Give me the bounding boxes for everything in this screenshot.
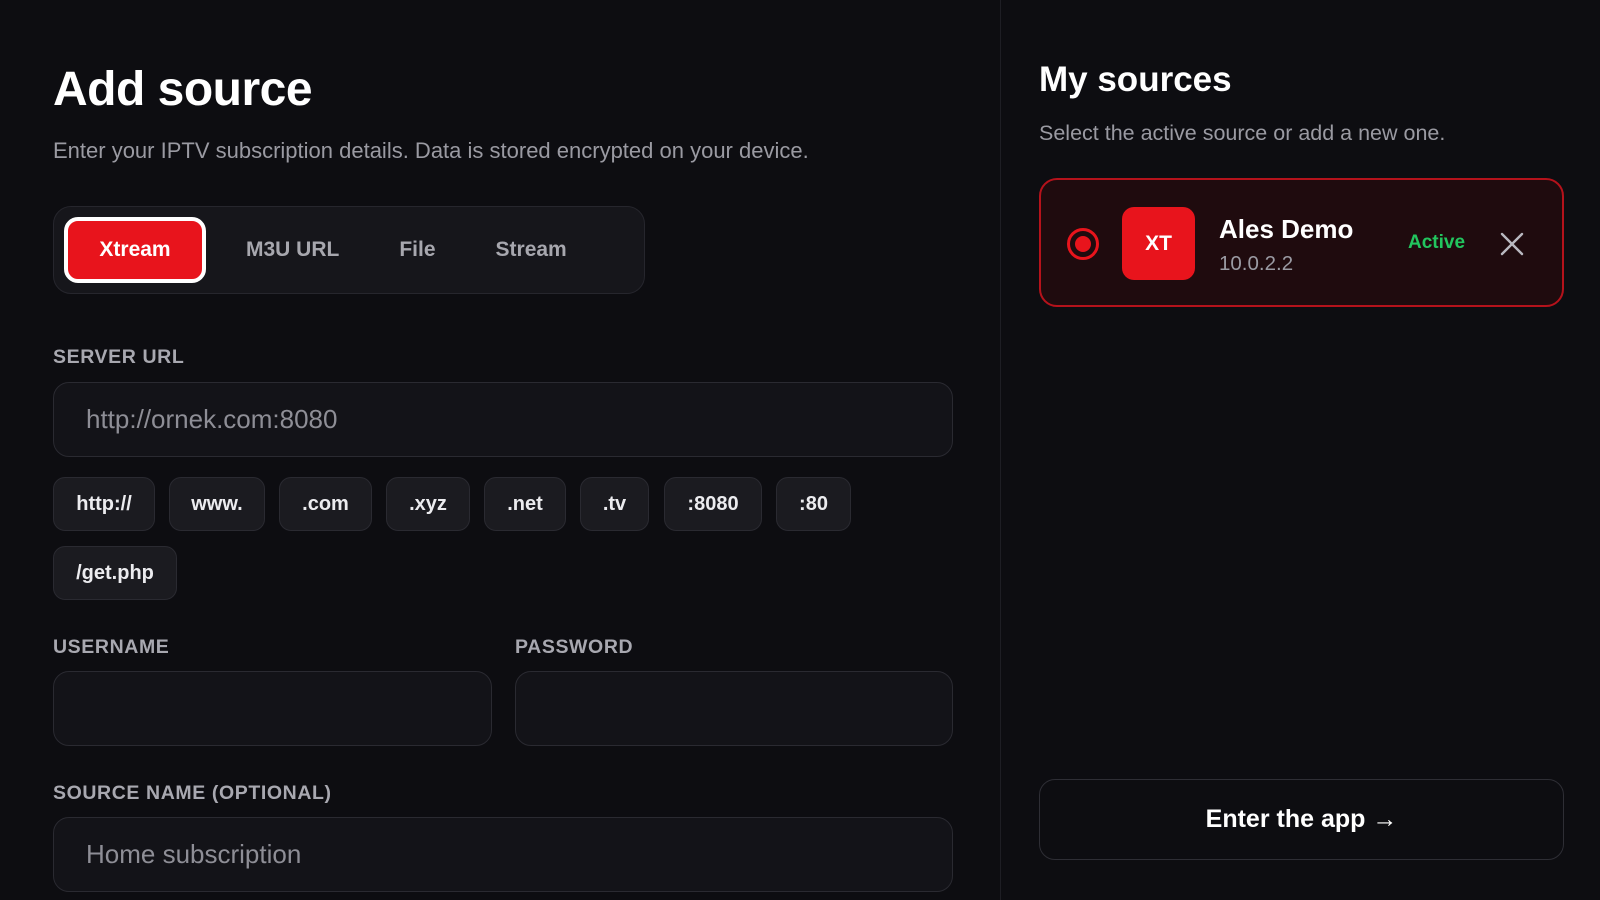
chip-www[interactable]: www. (169, 477, 265, 531)
my-sources-panel: My sources Select the active source or a… (1001, 0, 1600, 900)
app-root: Add source Enter your IPTV subscription … (0, 0, 1600, 900)
enter-app-button[interactable]: Enter the app → (1039, 779, 1564, 860)
my-sources-subtitle: Select the active source or add a new on… (1039, 121, 1446, 145)
source-card[interactable]: XT Ales Demo 10.0.2.2 Active (1039, 178, 1564, 307)
password-input[interactable] (515, 671, 953, 746)
chip-http[interactable]: http:// (53, 477, 155, 531)
close-icon[interactable] (1500, 232, 1524, 256)
chip-80[interactable]: :80 (776, 477, 851, 531)
source-badge: XT (1122, 207, 1195, 280)
source-name: Ales Demo (1219, 214, 1354, 244)
chip-tv[interactable]: .tv (580, 477, 649, 531)
server-url-input[interactable]: http://ornek.com:8080 (53, 382, 953, 457)
tab-xtream[interactable]: Xtream (64, 217, 206, 283)
tab-m3u-url[interactable]: M3U URL (216, 217, 369, 283)
chip-xyz[interactable]: .xyz (386, 477, 470, 531)
password-label: PASSWORD (515, 636, 634, 658)
page-title: Add source (53, 63, 313, 116)
source-status-badge: Active (1408, 232, 1466, 253)
radio-selected-icon[interactable] (1067, 228, 1099, 260)
source-host: 10.0.2.2 (1219, 252, 1294, 275)
tab-stream[interactable]: Stream (466, 217, 597, 283)
username-label: USERNAME (53, 636, 170, 658)
page-subtitle: Enter your IPTV subscription details. Da… (53, 138, 809, 163)
chip-com[interactable]: .com (279, 477, 372, 531)
tab-file[interactable]: File (369, 217, 465, 283)
source-name-label: SOURCE NAME (OPTIONAL) (53, 782, 332, 804)
my-sources-title: My sources (1039, 60, 1232, 99)
radio-dot (1075, 236, 1091, 252)
chip-get-php[interactable]: /get.php (53, 546, 177, 600)
username-input[interactable] (53, 671, 492, 746)
chip-net[interactable]: .net (484, 477, 566, 531)
chip-8080[interactable]: :8080 (664, 477, 762, 531)
server-url-placeholder: http://ornek.com:8080 (86, 404, 338, 434)
add-source-panel: Add source Enter your IPTV subscription … (0, 0, 1001, 900)
source-name-placeholder: Home subscription (86, 839, 302, 869)
source-type-tabs: Xtream M3U URL File Stream (53, 206, 645, 294)
source-name-input[interactable]: Home subscription (53, 817, 953, 892)
server-url-label: SERVER URL (53, 346, 185, 368)
